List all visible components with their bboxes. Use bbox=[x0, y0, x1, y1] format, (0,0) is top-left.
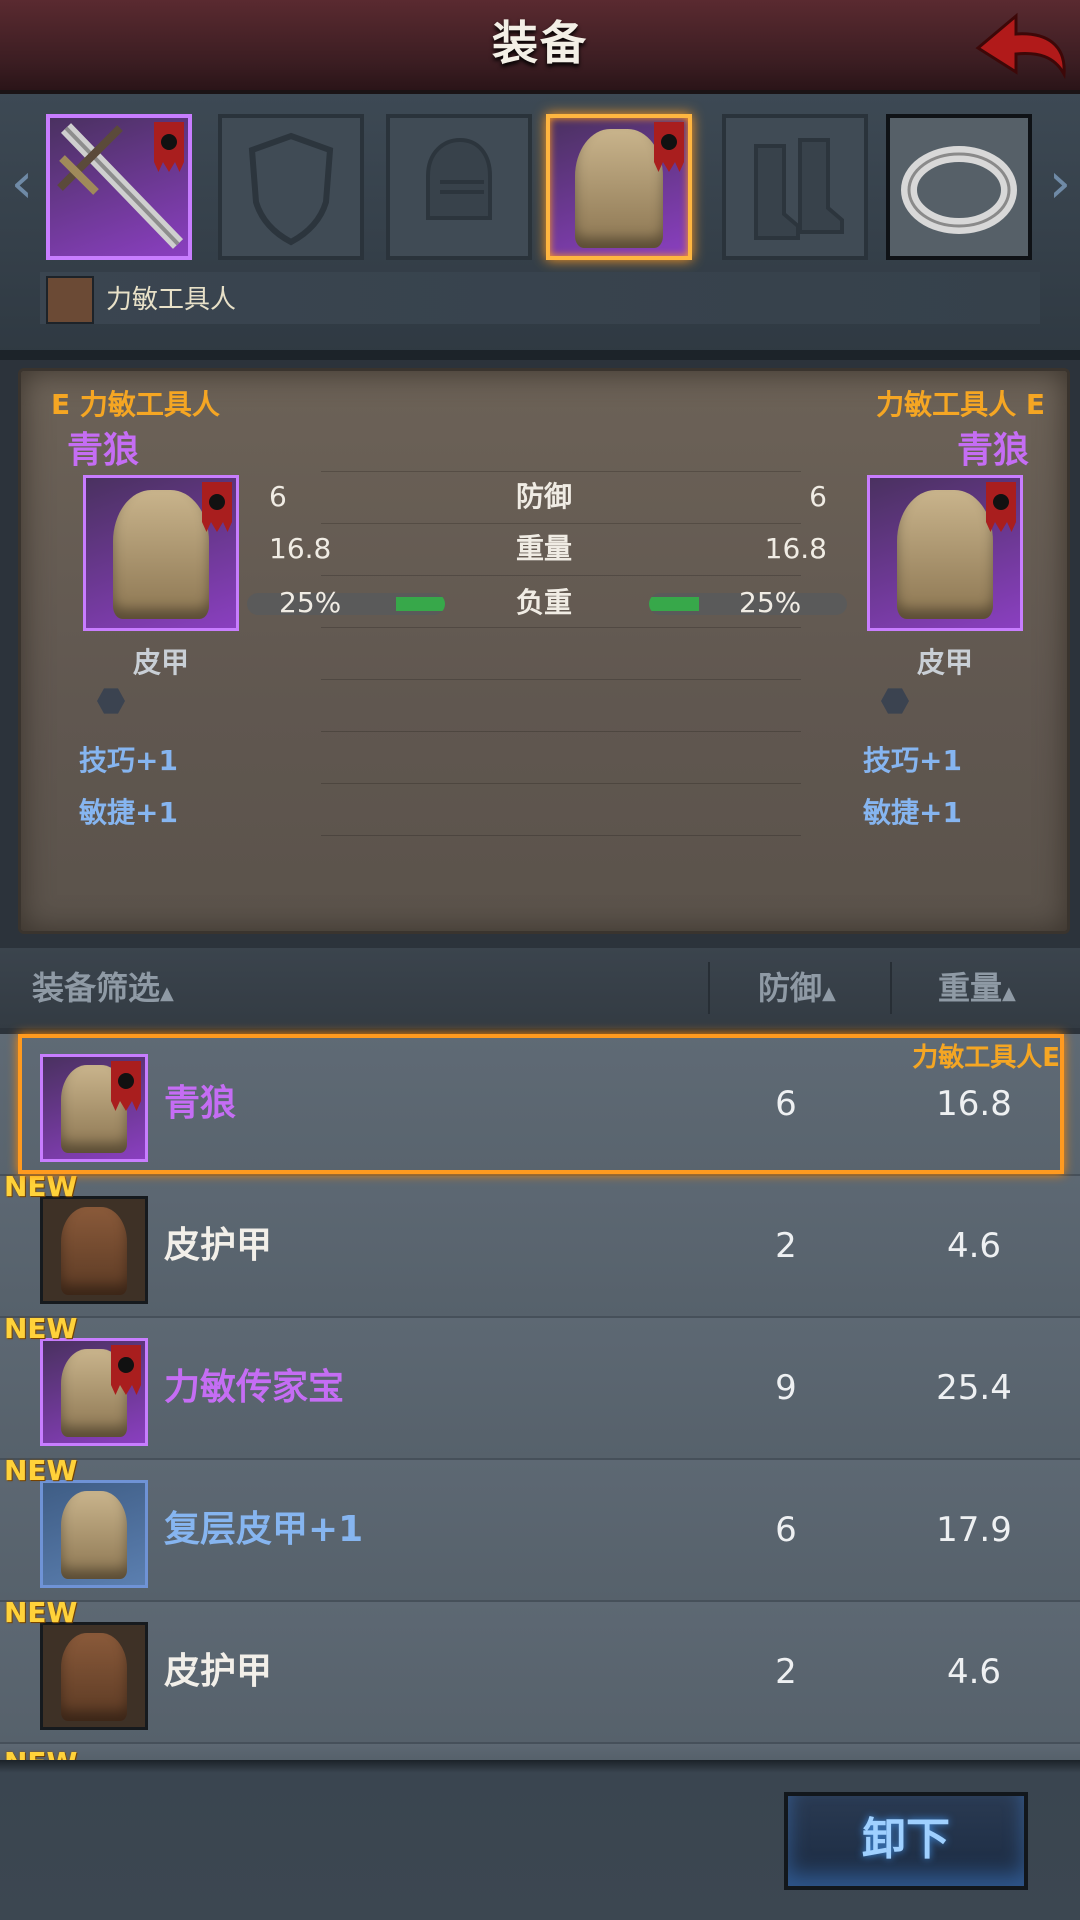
item-name: 皮护甲 bbox=[164, 1651, 273, 1692]
unequip-button[interactable]: 卸下 bbox=[784, 1792, 1028, 1890]
left-item-name: 青狼 bbox=[67, 430, 140, 471]
left-load-value: 25% bbox=[279, 586, 342, 619]
label-load: 负重 bbox=[515, 586, 572, 619]
list-item[interactable]: NEW 复层皮甲+1 6 17.9 bbox=[0, 1454, 1080, 1602]
left-item-type: 皮甲 bbox=[132, 646, 189, 679]
character-avatar[interactable] bbox=[46, 276, 94, 324]
left-item-icon[interactable] bbox=[83, 475, 239, 631]
list-item[interactable]: NEW 皮护甲 2 4.6 bbox=[0, 1170, 1080, 1318]
item-icon bbox=[40, 1480, 148, 1588]
gem-socket-icon bbox=[881, 688, 909, 714]
slot-armor[interactable] bbox=[546, 114, 692, 260]
character-name: 力敏工具人 bbox=[106, 285, 237, 315]
new-badge: NEW bbox=[4, 1596, 78, 1629]
right-weight-value: 16.8 bbox=[764, 532, 827, 565]
item-weight: 17.9 bbox=[936, 1510, 1012, 1550]
scroll-left-icon[interactable]: ‹ bbox=[2, 154, 42, 214]
sort-defense-button[interactable]: 防御▲ bbox=[758, 948, 836, 1028]
right-defense-value: 6 bbox=[809, 480, 827, 513]
boots-icon bbox=[754, 138, 844, 240]
right-bonus-2: 敏捷+1 bbox=[863, 796, 962, 829]
right-equip-tag: 力敏工具人 E bbox=[876, 388, 1045, 421]
item-icon bbox=[40, 1338, 148, 1446]
item-defense: 6 bbox=[775, 1510, 797, 1550]
faction-banner-icon bbox=[111, 1345, 141, 1395]
filter-label: 装备筛选 bbox=[32, 969, 161, 1007]
sort-arrow-icon: ▲ bbox=[1002, 983, 1016, 1004]
list-header: 装备筛选▲ 防御▲ 重量▲ bbox=[0, 948, 1080, 1028]
right-item-icon[interactable] bbox=[867, 475, 1023, 631]
back-arrow-icon bbox=[975, 12, 1066, 80]
sort-weight-button[interactable]: 重量▲ bbox=[938, 948, 1016, 1028]
leather-armor-icon bbox=[574, 129, 664, 248]
left-bonus-1: 技巧+1 bbox=[79, 744, 178, 777]
left-load-bar bbox=[247, 593, 445, 615]
page-title: 装备 bbox=[492, 16, 588, 70]
helmet-icon bbox=[426, 137, 492, 220]
list-item[interactable]: NEW 力敏传家宝 9 25.4 bbox=[0, 1312, 1080, 1460]
leather-armor-icon bbox=[113, 490, 209, 619]
slot-ring[interactable] bbox=[886, 114, 1032, 260]
leather-armor-icon bbox=[61, 1491, 127, 1579]
slot-weapon[interactable] bbox=[46, 114, 192, 260]
scroll-right-icon[interactable]: › bbox=[1040, 154, 1080, 214]
equipped-tag: 力敏工具人E bbox=[912, 1043, 1060, 1073]
defense-column-label: 防御 bbox=[758, 969, 823, 1007]
filter-button[interactable]: 装备筛选▲ bbox=[32, 948, 174, 1028]
back-button[interactable] bbox=[970, 8, 1070, 84]
item-name: 皮护甲 bbox=[164, 1225, 273, 1266]
faction-banner-icon bbox=[154, 122, 184, 172]
item-name: 复层皮甲+1 bbox=[164, 1509, 364, 1550]
item-defense: 2 bbox=[775, 1226, 797, 1266]
item-weight: 4.6 bbox=[946, 1652, 1002, 1692]
slot-boots[interactable] bbox=[722, 114, 868, 260]
divider bbox=[0, 350, 1080, 360]
right-item-type: 皮甲 bbox=[916, 646, 973, 679]
sort-arrow-icon: ▲ bbox=[160, 983, 174, 1004]
slot-shield[interactable] bbox=[218, 114, 364, 260]
sort-arrow-icon: ▲ bbox=[822, 983, 836, 1004]
item-icon bbox=[40, 1196, 148, 1304]
label-defense: 防御 bbox=[515, 480, 572, 513]
right-load-value: 25% bbox=[739, 586, 802, 619]
faction-banner-icon bbox=[654, 122, 684, 172]
ring-icon bbox=[901, 146, 1017, 234]
item-weight: 4.6 bbox=[946, 1226, 1002, 1266]
new-badge: NEW bbox=[4, 1312, 78, 1345]
faction-banner-icon bbox=[986, 482, 1016, 532]
left-bonus-2: 敏捷+1 bbox=[79, 796, 178, 829]
left-weight-value: 16.8 bbox=[269, 532, 332, 565]
left-equip-tag: E 力敏工具人 bbox=[51, 388, 220, 421]
new-badge: NEW bbox=[4, 1454, 78, 1487]
item-icon bbox=[40, 1622, 148, 1730]
leather-armor-icon bbox=[61, 1633, 127, 1721]
weight-column-label: 重量 bbox=[938, 969, 1003, 1007]
right-bonus-1: 技巧+1 bbox=[863, 744, 962, 777]
list-item[interactable]: NEW 皮护甲 2 4.6 bbox=[0, 1596, 1080, 1744]
leather-armor-icon bbox=[897, 490, 993, 619]
label-weight: 重量 bbox=[515, 532, 572, 565]
faction-banner-icon bbox=[202, 482, 232, 532]
new-badge: NEW bbox=[4, 1170, 78, 1203]
compare-panel: E 力敏工具人 青狼 皮甲 技巧+1 敏捷+1 6 16.8 25% 防御 重量… bbox=[18, 368, 1070, 934]
left-defense-value: 6 bbox=[269, 480, 287, 513]
item-defense: 2 bbox=[775, 1652, 797, 1692]
shield-icon bbox=[248, 132, 334, 246]
item-defense: 9 bbox=[775, 1368, 797, 1408]
leather-armor-icon bbox=[61, 1207, 127, 1295]
item-weight: 25.4 bbox=[936, 1368, 1012, 1408]
slot-helmet[interactable] bbox=[386, 114, 532, 260]
item-name: 力敏传家宝 bbox=[164, 1367, 345, 1408]
right-item-name: 青狼 bbox=[956, 430, 1029, 471]
gem-socket-icon bbox=[97, 688, 125, 714]
